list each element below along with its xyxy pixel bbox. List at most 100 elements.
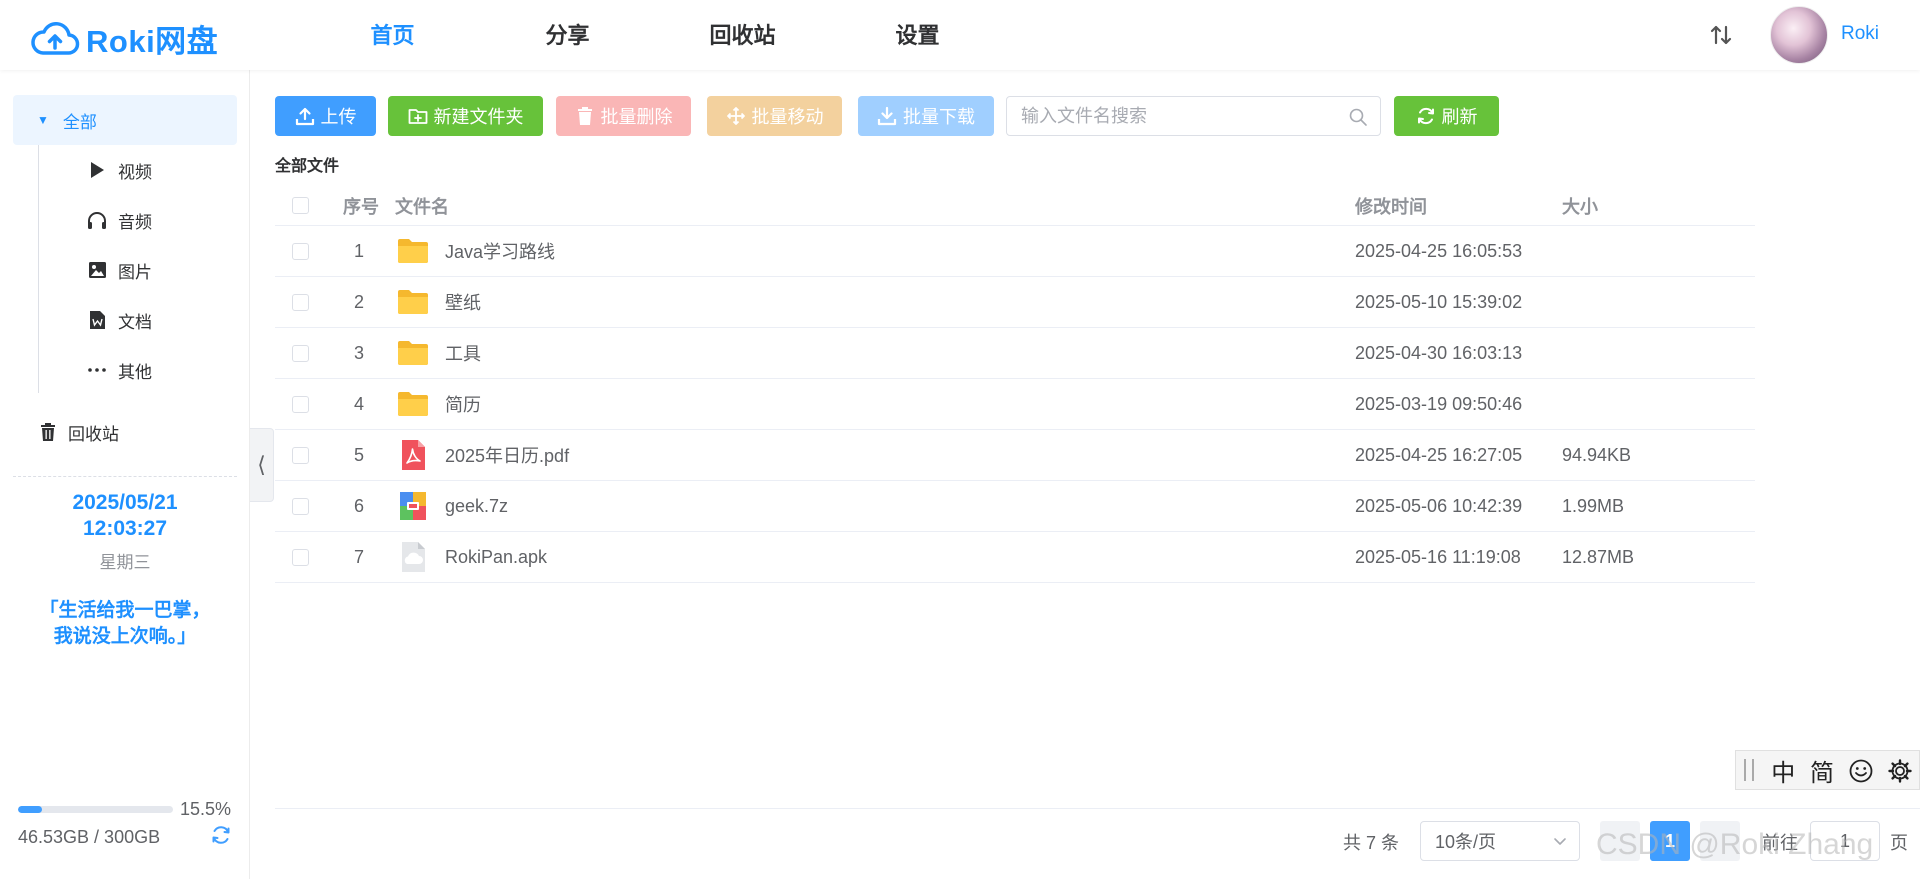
- sidebar-item-label: 图片: [118, 262, 152, 282]
- row-checkbox[interactable]: [291, 446, 309, 464]
- sidebar-item-all[interactable]: ▼ 全部: [13, 95, 237, 145]
- next-page-button[interactable]: [1700, 821, 1740, 861]
- file-table: 序号 文件名 修改时间 大小 1 Java学习路线 2025-04-25 16:05…: [275, 186, 1755, 583]
- ime-simplified-toggle[interactable]: 简: [1803, 753, 1842, 788]
- storage-used: 46.53GB / 300GB: [18, 827, 161, 847]
- ime-emoji-button[interactable]: [1841, 756, 1880, 784]
- page-number-current[interactable]: 1: [1650, 821, 1690, 861]
- sort-icon[interactable]: [1708, 22, 1734, 48]
- sidebar-item-audio[interactable]: 音频: [86, 205, 152, 235]
- sidebar-item-other[interactable]: 其他: [86, 355, 152, 385]
- row-check-cell: [275, 446, 325, 464]
- table-row[interactable]: 4 简历 2025-03-19 09:50:46: [275, 379, 1755, 430]
- chevron-down-icon: ▼: [37, 113, 49, 127]
- row-name-cell: RokiPan.apk: [393, 539, 1355, 575]
- download-icon: [877, 106, 897, 126]
- apk-file-icon: [402, 542, 425, 572]
- batch-download-button-label: 批量下载: [903, 107, 975, 127]
- play-icon: [86, 159, 108, 181]
- sidebar-item-document[interactable]: 文档: [86, 305, 152, 335]
- batch-download-button[interactable]: 批量下载: [858, 96, 994, 136]
- folder-icon: [398, 392, 428, 416]
- file-name-link[interactable]: 简历: [445, 391, 481, 417]
- table-row[interactable]: 7 RokiPan.apk 2025-05-16 11:19:08 12.87MB: [275, 532, 1755, 583]
- row-index: 5: [353, 444, 364, 465]
- folder-add-icon: [408, 109, 427, 124]
- row-checkbox[interactable]: [291, 344, 309, 362]
- ime-drag-handle[interactable]: [1744, 759, 1754, 781]
- table-row[interactable]: 3 工具 2025-04-30 16:03:13: [275, 328, 1755, 379]
- clock: 2025/05/21 12:03:27: [0, 490, 250, 542]
- row-index: 4: [353, 393, 364, 414]
- goto-page-input[interactable]: [1810, 821, 1880, 861]
- refresh-button-label: 刷新: [1441, 107, 1478, 127]
- sidebar-item-label: 视频: [118, 162, 152, 182]
- nav-recycle[interactable]: 回收站: [655, 0, 830, 70]
- file-name-link[interactable]: geek.7z: [445, 496, 508, 517]
- avatar[interactable]: [1770, 6, 1828, 64]
- quote-line: 「生活给我一巴掌，: [39, 600, 211, 621]
- breadcrumb[interactable]: 全部文件: [275, 152, 339, 176]
- file-name-link[interactable]: 壁纸: [445, 289, 481, 315]
- sidebar-item-recycle[interactable]: 回收站: [38, 417, 119, 447]
- ime-chinese-toggle[interactable]: 中: [1764, 753, 1803, 788]
- row-name-cell: 简历: [393, 386, 1355, 422]
- row-checkbox[interactable]: [291, 293, 309, 311]
- pdf-file-icon: [402, 440, 425, 470]
- upload-button-label: 上传: [320, 107, 357, 127]
- ime-toolbar: 中 简: [1735, 750, 1920, 790]
- page-size-select[interactable]: 10条/页: [1420, 821, 1580, 861]
- table-row[interactable]: 2 壁纸 2025-05-10 15:39:02: [275, 277, 1755, 328]
- file-name-link[interactable]: 2025年日历.pdf: [445, 442, 569, 468]
- folder-icon: [398, 290, 428, 314]
- column-header-modified: 修改时间: [1355, 196, 1427, 217]
- storage-progress-bar: [18, 806, 173, 813]
- trash-icon: [577, 107, 592, 125]
- upload-button[interactable]: 上传: [275, 96, 376, 136]
- sidebar-divider: [13, 476, 237, 477]
- table-body: 1 Java学习路线 2025-04-25 16:05:53 2 壁纸 2025-05-1…: [275, 226, 1755, 583]
- nav-home[interactable]: 首页: [305, 0, 480, 70]
- nav-share[interactable]: 分享: [480, 0, 655, 70]
- ime-settings-button[interactable]: [1880, 756, 1919, 784]
- row-name-cell: geek.7z: [393, 488, 1355, 524]
- sidebar-item-video[interactable]: 视频: [86, 155, 152, 185]
- table-row[interactable]: 6 geek.7z 2025-05-06 10:42:39 1.99MB: [275, 481, 1755, 532]
- batch-move-button[interactable]: 批量移动: [707, 96, 842, 136]
- file-name-link[interactable]: RokiPan.apk: [445, 547, 547, 568]
- row-name-cell: 壁纸: [393, 284, 1355, 320]
- row-name-cell: 工具: [393, 335, 1355, 371]
- nav-settings[interactable]: 设置: [830, 0, 1005, 70]
- row-modified: 2025-03-19 09:50:46: [1355, 393, 1523, 414]
- batch-delete-button[interactable]: 批量删除: [556, 96, 691, 136]
- row-modified: 2025-05-16 11:19:08: [1355, 546, 1521, 567]
- sidebar-collapse-button[interactable]: ⟨: [250, 428, 274, 502]
- select-all-cell: [275, 197, 325, 214]
- main-nav: 首页 分享 回收站 设置: [305, 0, 1005, 70]
- upload-icon: [295, 107, 314, 126]
- refresh-icon[interactable]: [210, 824, 232, 846]
- new-folder-button[interactable]: 新建文件夹: [388, 96, 543, 136]
- refresh-button[interactable]: 刷新: [1394, 96, 1499, 136]
- trash-icon: [41, 423, 55, 441]
- sidebar-item-label: 回收站: [68, 424, 119, 444]
- search-input[interactable]: [1007, 97, 1337, 135]
- goto-suffix: 页: [1890, 833, 1908, 853]
- username[interactable]: Roki: [1841, 23, 1879, 45]
- file-name-link[interactable]: 工具: [445, 340, 481, 366]
- clock-date: 2025/05/21: [72, 491, 178, 514]
- file-name-link[interactable]: Java学习路线: [445, 238, 555, 264]
- row-checkbox[interactable]: [291, 395, 309, 413]
- logo[interactable]: Roki网盘: [30, 16, 218, 61]
- row-checkbox[interactable]: [291, 242, 309, 260]
- row-index: 7: [353, 546, 364, 567]
- search-icon[interactable]: [1348, 107, 1368, 127]
- sidebar-item-image[interactable]: 图片: [86, 255, 152, 285]
- row-checkbox[interactable]: [291, 548, 309, 566]
- table-row[interactable]: 5 2025年日历.pdf 2025-04-25 16:27:05 94.94KB: [275, 430, 1755, 481]
- prev-page-button[interactable]: [1600, 821, 1640, 861]
- select-all-checkbox[interactable]: [291, 197, 309, 214]
- clock-time: 12:03:27: [82, 517, 168, 540]
- table-row[interactable]: 1 Java学习路线 2025-04-25 16:05:53: [275, 226, 1755, 277]
- row-checkbox[interactable]: [291, 497, 309, 515]
